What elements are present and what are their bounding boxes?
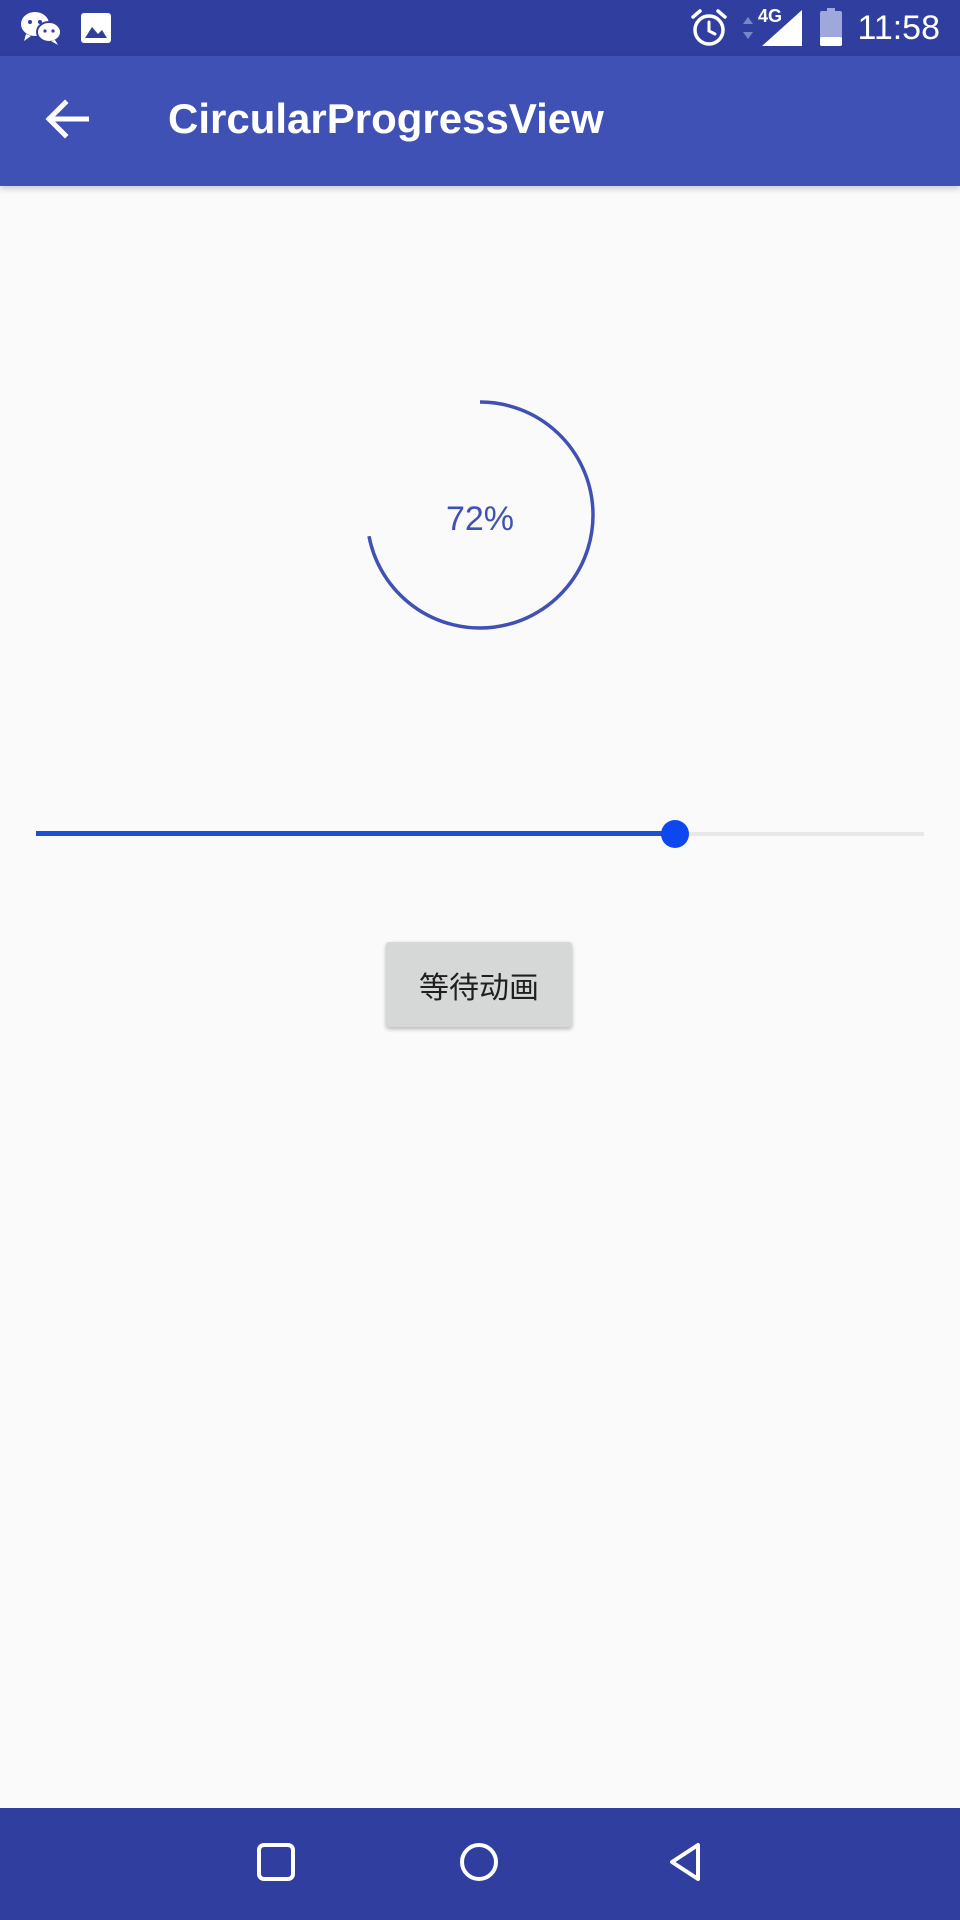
recents-square-icon [256,1842,296,1887]
slider-fill [36,831,675,836]
slider-thumb[interactable] [661,820,689,848]
progress-slider[interactable] [36,806,924,862]
recents-button[interactable] [240,1828,312,1900]
status-bar: 4G 11:58 [0,0,960,56]
screen: 4G 11:58 CircularProgressView 72% 等待动画 [0,0,960,1920]
arrow-back-icon [45,98,90,144]
app-title: CircularProgressView [168,95,604,142]
app-bar: CircularProgressView [0,56,960,186]
battery-icon [820,8,842,51]
progress-percent-text: 72% [445,499,515,538]
data-arrows-icon [742,16,754,45]
signal-icon [762,10,802,51]
back-triangle-icon [666,1840,706,1889]
wechat-icon [20,10,62,51]
home-circle-icon [457,1840,501,1889]
system-back-button[interactable] [650,1828,722,1900]
status-time: 11:58 [857,9,940,47]
image-icon [80,12,112,49]
circular-progress-view: 72% [345,380,615,650]
wait-animation-button[interactable]: 等待动画 [386,942,572,1027]
nav-bar [0,1808,960,1920]
back-button[interactable] [24,78,110,164]
alarm-icon [690,8,728,53]
home-button[interactable] [443,1828,515,1900]
